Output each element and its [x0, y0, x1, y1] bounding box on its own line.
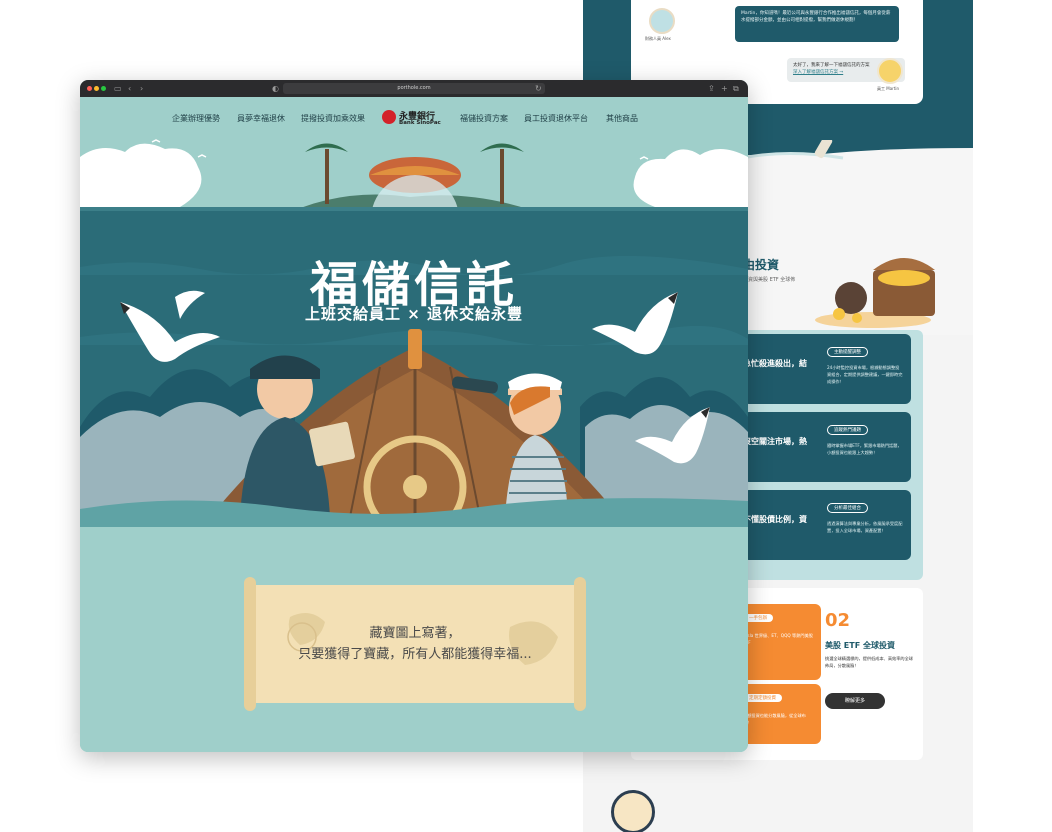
bank-logo-en: Bank SinoPac — [399, 120, 441, 126]
feature-title: 不懂股債比例，資產配置想不透？ — [743, 515, 807, 524]
etf-description: 挑選全球精選標的，提供低成本、高效率的全球佈局，分散風險！ — [825, 656, 913, 668]
nav-item-employee-platform[interactable]: 員工投資退休平台 — [524, 113, 588, 124]
martin-link[interactable]: 深入了解福儲信託方案 → — [793, 70, 843, 75]
treasure-chest-illustration — [815, 258, 935, 328]
feature-card: 急忙殺進殺出，結局落得一場空？ 主動提醒調整 24小時監控投資市場，根據動態調整… — [743, 334, 911, 404]
etf-number: 02 — [825, 610, 851, 631]
etf-more-button[interactable]: 瞭解更多 — [825, 693, 885, 709]
feature-description: 24小時監控投資市場，根據動態調整投資組合，定期提供調整建議，一鍵即時完成操作！ — [827, 365, 903, 384]
maximize-window-icon[interactable] — [101, 86, 106, 91]
alex-name: 財務人員 Alex — [645, 36, 671, 41]
feature-card: 沒空關注市場，熱門趨勢總錯過？ 追蹤熱門議題 隨時掌握市場ETF，緊跟市場熱門話… — [743, 412, 911, 482]
compass-icon — [611, 790, 655, 832]
martin-message: 太好了，我來了解一下福儲信託的方案 — [793, 63, 870, 68]
browser-window: ▭ ‹ › ◐ porthole.com ↻ ⇪ + ⧉ 企業辦理優勢 員夢幸福… — [80, 80, 748, 752]
top-nav: 企業辦理優勢 員夢幸福退休 提撥投資加乘效果 永豐銀行 Bank SinoPac… — [80, 107, 748, 129]
feature-description: 隨時掌握市場ETF，緊跟市場熱門話題，小額投資也能跟上大趨勢！ — [827, 443, 902, 455]
url-text[interactable]: porthole.com — [283, 83, 545, 94]
etf-option-text: Tesla 世界級、ET、QQQ 等熱門美股 ETF — [743, 633, 813, 645]
feature-title: 急忙殺進殺出，結局落得一場空？ — [743, 359, 807, 368]
nav-item-retirement[interactable]: 員夢幸福退休 — [237, 113, 285, 124]
bank-logo[interactable]: 永豐銀行 Bank SinoPac — [382, 109, 452, 131]
close-window-icon[interactable] — [87, 86, 92, 91]
etf-option-pill: 定期定額投資 — [743, 694, 782, 702]
browser-titlebar: ▭ ‹ › ◐ porthole.com ↻ ⇪ + ⧉ — [80, 80, 748, 97]
alex-avatar — [649, 8, 675, 34]
privacy-shield-icon[interactable]: ◐ — [272, 83, 279, 94]
section-subtitle: 投資與美股 ETF 全球佈 — [743, 277, 796, 283]
minimize-window-icon[interactable] — [94, 86, 99, 91]
forward-arrow-icon[interactable]: › — [140, 83, 143, 94]
martin-avatar — [877, 58, 903, 84]
new-tab-icon[interactable]: + — [721, 83, 728, 94]
feature-description: 透過演算法與專業分析，依風險承受度配置，投入全球市場，資產配置！ — [827, 521, 903, 533]
feature-pill: 分析最佳組合 — [827, 503, 868, 513]
reload-icon[interactable]: ↻ — [535, 83, 542, 94]
treasure-scroll-text: 藏寶圖上寫著， 只要獲得了寶藏，所有人都能獲得幸福... — [260, 623, 570, 665]
scroll-line-2: 只要獲得了寶藏，所有人都能獲得幸福... — [298, 647, 532, 662]
martin-name: 員工 Martin — [877, 86, 900, 91]
alex-message-bubble: Martin，你知道嗎！最近公司與永豐銀行合作推出福儲信託，每個月會從薪水提撥部… — [735, 6, 899, 42]
section-title: 由投資 — [743, 258, 780, 272]
feature-title: 沒空關注市場，熱門趨勢總錯過？ — [743, 437, 807, 446]
back-arrow-icon[interactable]: ‹ — [128, 83, 131, 94]
nav-item-other-products[interactable]: 其他商品 — [606, 113, 638, 124]
address-bar[interactable]: porthole.com — [283, 83, 545, 94]
etf-title: 美股 ETF 全球投資 — [825, 641, 895, 650]
feature-pill: 追蹤熱門議題 — [827, 425, 868, 435]
sidebar-toggle-icon[interactable]: ▭ — [114, 83, 122, 94]
bank-logo-icon — [382, 110, 396, 124]
nav-item-enterprise-advantages[interactable]: 企業辦理優勢 — [172, 113, 220, 124]
hero-subtitle: 上班交給員工 × 退休交給永豐 — [304, 305, 523, 323]
share-icon[interactable]: ⇪ — [708, 83, 715, 94]
feature-pill: 主動提醒調整 — [827, 347, 868, 357]
nav-item-contribution-effect[interactable]: 提撥投資加乘效果 — [301, 113, 365, 124]
etf-option-text: 小額投資也能分散風險，從全球布局！ — [743, 713, 806, 725]
scroll-line-1: 藏寶圖上寫著， — [369, 626, 461, 641]
feature-card: 不懂股債比例，資產配置想不透？ 分析最佳組合 透過演算法與專業分析，依風險承受度… — [743, 490, 911, 560]
nav-item-investment-plans[interactable]: 福儲投資方案 — [460, 113, 508, 124]
tab-overview-icon[interactable]: ⧉ — [733, 83, 739, 94]
landing-page: 企業辦理優勢 員夢幸福退休 提撥投資加乘效果 永豐銀行 Bank SinoPac… — [80, 97, 748, 752]
